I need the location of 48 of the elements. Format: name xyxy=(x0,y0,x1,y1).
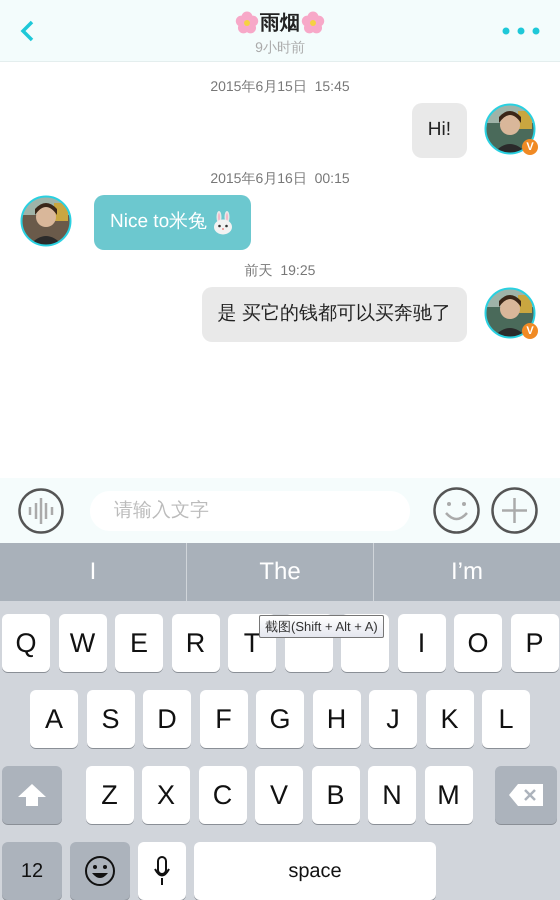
letter-key[interactable]: S xyxy=(86,690,134,748)
backspace-icon xyxy=(508,783,544,807)
message-bubble: 是 买它的钱都可以买奔驰了 xyxy=(202,287,467,342)
letter-key[interactable]: L xyxy=(482,690,530,748)
smiley-icon[interactable] xyxy=(433,487,480,534)
space-key[interactable]: space xyxy=(194,842,436,900)
letter-key[interactable]: X xyxy=(142,766,190,824)
letter-key[interactable]: G xyxy=(256,690,304,748)
plus-icon[interactable] xyxy=(491,487,538,534)
shift-icon xyxy=(17,783,47,807)
letter-key[interactable]: P xyxy=(510,614,558,672)
smiley-icon xyxy=(84,855,116,887)
tooltip: 截图(Shift + Alt + A) xyxy=(259,615,384,638)
emoji-key[interactable] xyxy=(70,842,130,900)
microphone-key[interactable] xyxy=(138,842,186,900)
microphone-icon xyxy=(153,856,171,886)
letter-key[interactable]: E xyxy=(115,614,163,672)
letter-key[interactable]: V xyxy=(255,766,303,824)
letter-key[interactable]: C xyxy=(198,766,246,824)
contact-name: 雨烟 xyxy=(260,11,300,36)
message-input[interactable]: 请输入文字 xyxy=(90,490,410,530)
letter-key[interactable]: F xyxy=(200,690,248,748)
letter-key[interactable]: K xyxy=(426,690,474,748)
timestamp: 2015年6月16日 00:15 xyxy=(210,169,350,188)
voice-icon[interactable] xyxy=(18,488,64,534)
letter-key[interactable]: D xyxy=(143,690,191,748)
last-seen-time: 9小时前 xyxy=(255,38,305,56)
letter-key[interactable]: O xyxy=(454,614,502,672)
letter-key[interactable]: M xyxy=(424,766,472,824)
verified-badge: V xyxy=(522,323,538,339)
letter-key[interactable]: J xyxy=(369,690,417,748)
letter-key[interactable]: R xyxy=(172,614,220,672)
letter-key[interactable]: Z xyxy=(86,766,134,824)
verified-badge: V xyxy=(522,139,538,155)
letter-key[interactable]: Q xyxy=(2,614,50,672)
numbers-key[interactable]: 12 xyxy=(2,842,62,900)
letter-key[interactable]: H xyxy=(312,690,360,748)
letter-key[interactable]: B xyxy=(312,766,360,824)
message-bubble: Nice to米兔 xyxy=(94,195,252,250)
flower-icon xyxy=(301,11,325,35)
letter-key[interactable]: I xyxy=(398,614,446,672)
timestamp: 2015年6月15日 15:45 xyxy=(210,77,350,96)
timestamp: 前天 19:25 xyxy=(244,261,316,280)
flower-icon xyxy=(235,11,259,35)
letter-key[interactable]: A xyxy=(30,690,78,748)
letter-key[interactable]: W xyxy=(58,614,106,672)
message-bubble: Hi! xyxy=(412,103,467,158)
letter-key[interactable]: N xyxy=(368,766,416,824)
